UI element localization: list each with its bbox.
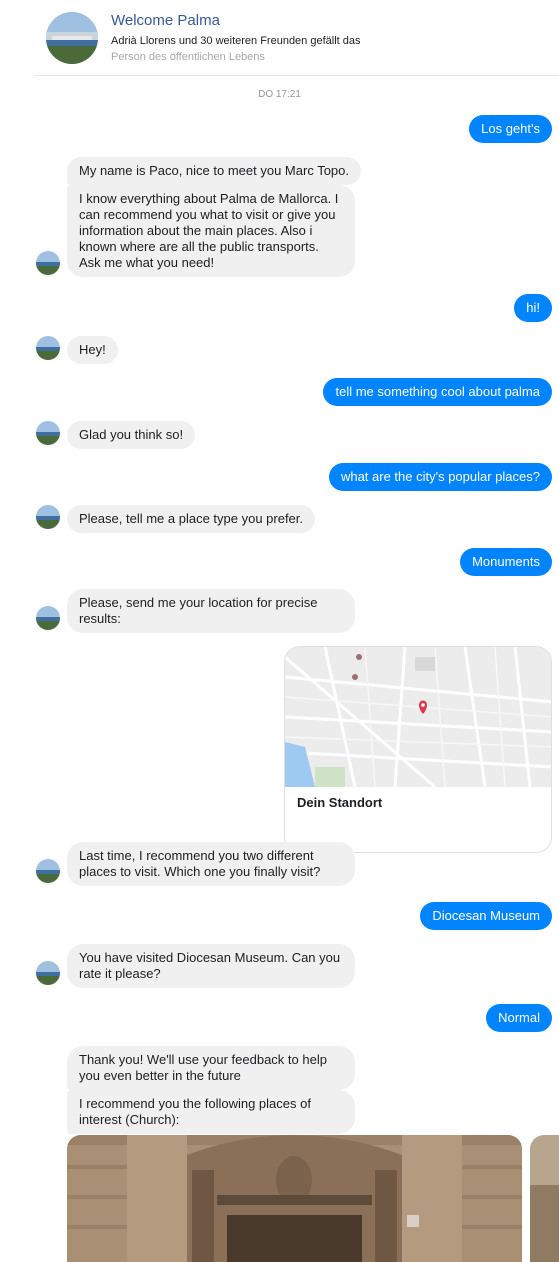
church-photo-next[interactable] bbox=[530, 1135, 559, 1262]
bot-avatar bbox=[36, 606, 60, 630]
message-incoming[interactable]: Please, send me your location for precis… bbox=[67, 589, 355, 633]
message-outgoing[interactable]: tell me something cool about palma bbox=[323, 378, 552, 406]
message-outgoing[interactable]: Diocesan Museum bbox=[420, 902, 552, 930]
bot-avatar bbox=[36, 505, 60, 529]
message-incoming[interactable]: My name is Paco, nice to meet you Marc T… bbox=[67, 157, 361, 185]
message-outgoing[interactable]: hi! bbox=[514, 294, 552, 322]
message-outgoing[interactable]: what are the city's popular places? bbox=[328, 463, 552, 491]
message-outgoing[interactable]: Los geht's bbox=[469, 115, 552, 143]
location-map[interactable] bbox=[285, 647, 551, 789]
message-incoming[interactable]: Thank you! We'll use your feedback to he… bbox=[67, 1046, 355, 1090]
bot-avatar bbox=[36, 859, 60, 883]
bot-avatar bbox=[36, 336, 60, 360]
location-title: Dein Standort bbox=[297, 795, 383, 810]
message-outgoing[interactable]: Normal bbox=[486, 1004, 552, 1032]
bot-avatar bbox=[36, 421, 60, 445]
message-outgoing[interactable]: Monuments bbox=[460, 548, 552, 576]
message-incoming[interactable]: Glad you think so! bbox=[67, 421, 196, 449]
page-category: Person des öffentlichen Lebens bbox=[111, 51, 265, 63]
church-photo[interactable] bbox=[67, 1135, 522, 1262]
message-incoming[interactable]: Last time, I recommend you two different… bbox=[67, 842, 355, 886]
message-incoming[interactable]: Please, tell me a place type you prefer. bbox=[67, 505, 316, 533]
message-incoming[interactable]: You have visited Diocesan Museum. Can yo… bbox=[67, 944, 355, 988]
bot-avatar bbox=[36, 251, 60, 275]
message-incoming[interactable]: I know everything about Palma de Mallorc… bbox=[67, 185, 355, 277]
message-incoming[interactable]: Hey! bbox=[67, 336, 118, 364]
message-incoming[interactable]: I recommend you the following places of … bbox=[67, 1090, 355, 1134]
page-likes-text: Adrià Llorens und 30 weiteren Freunden g… bbox=[111, 35, 361, 47]
page-header: Welcome Palma Adrià Llorens und 30 weite… bbox=[34, 0, 559, 76]
timestamp: DO 17:21 bbox=[258, 89, 301, 100]
page-avatar[interactable] bbox=[46, 12, 98, 64]
location-card[interactable]: Dein Standort bbox=[284, 646, 552, 853]
bot-avatar bbox=[36, 961, 60, 985]
page-title[interactable]: Welcome Palma bbox=[111, 12, 220, 29]
